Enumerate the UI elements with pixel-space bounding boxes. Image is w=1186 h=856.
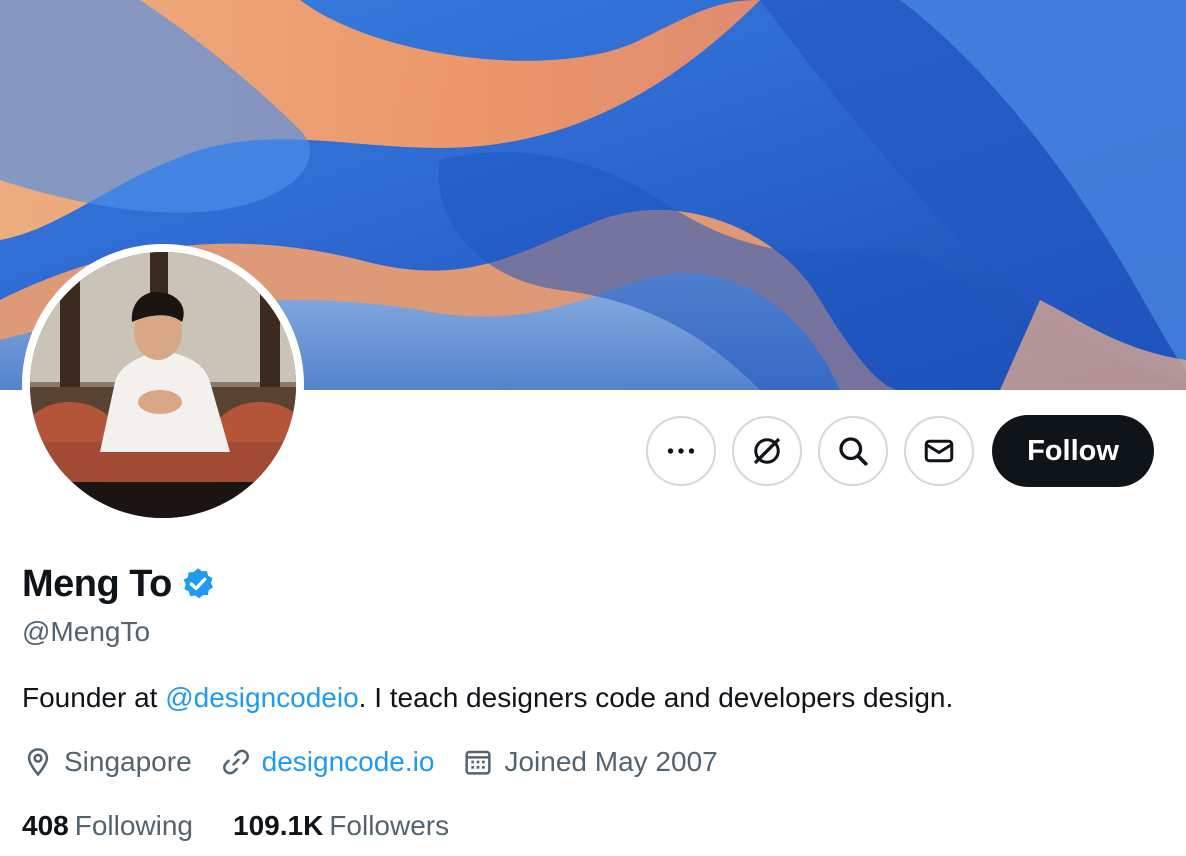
verified-badge-icon[interactable] — [180, 566, 216, 602]
search-button[interactable] — [818, 416, 888, 486]
followers-label: Followers — [329, 810, 450, 841]
website: designcode.io — [220, 746, 435, 778]
follow-stats: 408 Following 109.1K Followers — [22, 804, 1162, 848]
location: Singapore — [22, 746, 192, 778]
display-name: Meng To — [22, 562, 172, 605]
followers-count: 109.1K — [233, 810, 324, 841]
more-button[interactable] — [646, 416, 716, 486]
envelope-icon — [924, 439, 954, 463]
profile-meta: Singapore designcode.io Joined May 2007 — [22, 740, 1162, 784]
following-count: 408 — [22, 810, 69, 841]
website-link[interactable]: designcode.io — [262, 746, 435, 778]
message-button[interactable] — [904, 416, 974, 486]
joined-text: Joined May 2007 — [504, 746, 718, 777]
location-pin-icon — [27, 748, 49, 777]
profile-avatar[interactable] — [22, 244, 304, 526]
joined-date: Joined May 2007 — [462, 746, 718, 778]
grok-button[interactable] — [732, 416, 802, 486]
search-icon — [839, 437, 868, 466]
calendar-icon — [465, 750, 492, 775]
following-link[interactable]: 408 Following — [22, 810, 193, 842]
more-horizontal-icon — [667, 448, 695, 454]
profile-actions: Follow — [646, 415, 1154, 487]
bio-suffix: . I teach designers code and developers … — [358, 682, 954, 713]
bio: Founder at @designcodeio. I teach design… — [22, 676, 1162, 720]
follow-button[interactable]: Follow — [992, 415, 1154, 487]
user-handle: @MengTo — [22, 616, 151, 647]
profile-info: Meng To @MengTo Founder at @designcodeio… — [22, 560, 1162, 848]
bio-prefix: Founder at — [22, 682, 166, 713]
location-text: Singapore — [64, 746, 192, 777]
avatar-photo — [30, 252, 296, 518]
grok-icon — [753, 437, 781, 465]
name-row: Meng To — [22, 560, 1162, 608]
bio-mention-link[interactable]: @designcodeio — [165, 682, 358, 713]
link-icon — [222, 749, 249, 775]
following-label: Following — [74, 810, 193, 841]
followers-link[interactable]: 109.1K Followers — [233, 810, 449, 842]
